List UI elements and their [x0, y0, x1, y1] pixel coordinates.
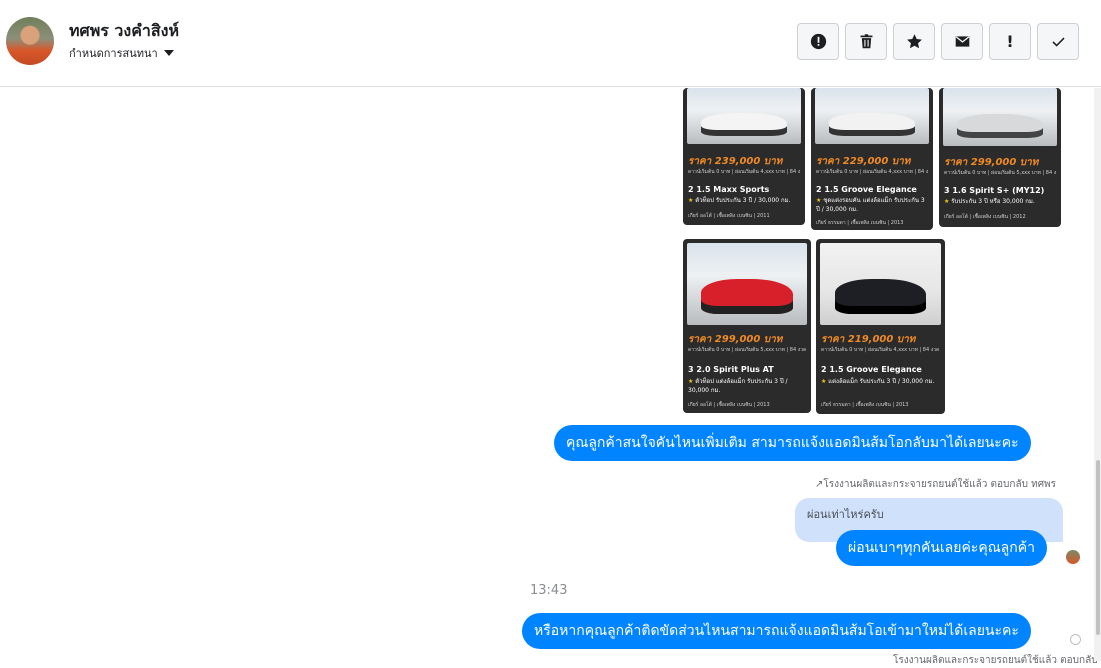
car-model: 2 1.5 Groove Elegance: [816, 185, 917, 194]
car-note: ★ รับประกัน 3 ปี หรือ 30,000 กม.: [944, 198, 1035, 205]
car-footer: เกียร์ ออโต้ | เชื้อเพลิง เบนซิน | 2012: [944, 214, 1026, 220]
seen-avatar: [1066, 550, 1080, 564]
message-bubble[interactable]: ผ่อนเบาๆทุกคันเลยค่ะคุณลูกค้า: [836, 530, 1047, 566]
delete-button[interactable]: [845, 23, 887, 60]
alert-icon: [810, 33, 826, 50]
mark-important-button[interactable]: !: [989, 23, 1031, 60]
car-photo: [687, 243, 807, 325]
mail-icon: [955, 36, 969, 47]
exclamation-icon: !: [1006, 32, 1014, 51]
car-finance-line: ดาวน์เริ่มต้น 0 บาท | ผ่อนเริ่มต้น 5,xxx…: [944, 170, 1056, 176]
car-photo: [687, 88, 801, 144]
mark-unread-button[interactable]: [941, 23, 983, 60]
timestamp: 13:43: [530, 583, 568, 598]
car-note: ★ ตัวท็อป แต่งล้อแม็ก รับประกัน 3 ปี / 3…: [688, 378, 788, 394]
car-note: ★ ชุดแต่งรอบคัน แต่งล้อแม็ก รับประกัน 3 …: [816, 197, 925, 213]
car-price: ราคา 299,000 บาท: [944, 157, 1039, 168]
message-bubble[interactable]: คุณลูกค้าสนใจคันไหนเพิ่มเติม สามารถแจ้งแ…: [554, 425, 1031, 461]
trash-icon: [860, 34, 872, 49]
scrollbar-thumb[interactable]: [1096, 460, 1100, 635]
car-model: 2 1.5 Maxx Sports: [688, 185, 770, 194]
car-card[interactable]: ราคา 219,000 บาท ดาวน์เริ่มต้น 0 บาท | ผ…: [816, 239, 945, 414]
car-finance-line: ดาวน์เริ่มต้น 0 บาท | ผ่อนเริ่มต้น 4,xxx…: [816, 169, 928, 175]
star-button[interactable]: [893, 23, 935, 60]
car-model: 3 1.6 Spirit S+ (MY12): [944, 186, 1045, 195]
car-card[interactable]: ราคา 229,000 บาท ดาวน์เริ่มต้น 0 บาท | ผ…: [811, 88, 933, 230]
delivered-check-icon: [1070, 634, 1081, 645]
car-finance-line: ดาวน์เริ่มต้น 0 บาท | ผ่อนเริ่มต้น 4,xxx…: [688, 169, 800, 175]
car-photo: [815, 88, 929, 144]
reply-meta: ↗โรงงานผลิตและกระจายรถยนต์ใช้แล้ว ตอบกลั…: [815, 479, 1057, 490]
car-price: ราคา 219,000 บาท: [821, 334, 916, 345]
caret-down-icon: [163, 50, 174, 56]
car-model: 2 1.5 Groove Elegance: [821, 365, 922, 374]
car-note: ★ แต่งล้อแม็ก รับประกัน 3 ปี / 30,000 กม…: [821, 378, 935, 385]
car-finance-line: ดาวน์เริ่มต้น 0 บาท | ผ่อนเริ่มต้น 4,xxx…: [821, 347, 940, 353]
toolbar: !: [797, 23, 1079, 60]
car-footer: เกียร์ ธรรมดา | เชื้อเพลิง เบนซิน | 2013: [821, 402, 909, 408]
car-card[interactable]: ราคา 299,000 บาท ดาวน์เริ่มต้น 0 บาท | ผ…: [939, 88, 1061, 227]
mark-done-button[interactable]: [1037, 23, 1079, 60]
contact-name[interactable]: ทศพร วงคำสิงห์: [69, 19, 179, 44]
car-model: 3 2.0 Spirit Plus AT: [688, 365, 774, 374]
car-price: ราคา 229,000 บาท: [816, 156, 911, 167]
conversation-header: ทศพร วงคำสิงห์ กำหนดการสนทนา !: [0, 0, 1101, 87]
check-icon: [1051, 37, 1065, 47]
car-card[interactable]: ราคา 299,000 บาท ดาวน์เริ่มต้น 0 บาท | ผ…: [683, 239, 811, 413]
car-card[interactable]: ราคา 239,000 บาท ดาวน์เริ่มต้น 0 บาท | ผ…: [683, 88, 805, 225]
message-bubble[interactable]: หรือหากคุณลูกค้าติดขัดส่วนไหนสามารถแจ้งแ…: [522, 613, 1031, 649]
schedule-label: กำหนดการสนทนา: [69, 47, 158, 60]
car-finance-line: ดาวน์เริ่มต้น 0 บาท | ผ่อนเริ่มต้น 5,xxx…: [688, 347, 806, 353]
car-price: ราคา 239,000 บาท: [688, 156, 783, 167]
contact-avatar[interactable]: [6, 17, 54, 65]
car-footer: เกียร์ ออโต้ | เชื้อเพลิง เบนซิน | 2013: [688, 402, 770, 408]
car-photo: [820, 243, 941, 325]
conversation-schedule-dropdown[interactable]: กำหนดการสนทนา: [69, 44, 174, 62]
car-photo: [943, 88, 1057, 146]
car-price: ราคา 299,000 บาท: [688, 334, 783, 345]
report-button[interactable]: [797, 23, 839, 60]
car-footer: เกียร์ ออโต้ | เชื้อเพลิง เบนซิน | 2011: [688, 213, 770, 219]
star-icon: [906, 34, 922, 49]
car-note: ★ ตัวท็อป รับประกัน 3 ปี / 30,000 กม.: [688, 197, 791, 204]
car-footer: เกียร์ ธรรมดา | เชื้อเพลิง เบนซิน | 2013: [816, 220, 904, 226]
